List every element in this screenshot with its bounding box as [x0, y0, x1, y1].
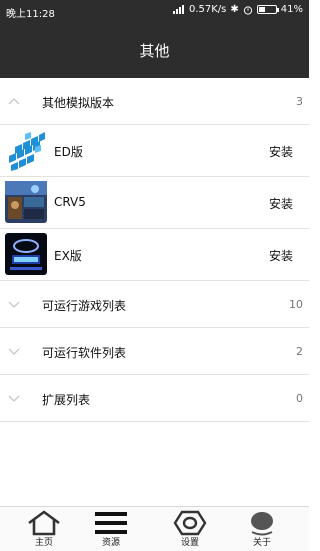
- section-other-versions[interactable]: 其他模拟版本 3: [0, 78, 309, 125]
- section-label: 可运行软件列表: [42, 346, 127, 360]
- section-label: 扩展列表: [42, 393, 91, 407]
- app-header: 其他: [0, 22, 309, 78]
- app-name: ED版: [54, 145, 83, 159]
- chevron-down-icon: [8, 301, 20, 308]
- page-title: 其他: [139, 41, 170, 60]
- section-count: 2: [296, 345, 303, 358]
- section-runnable-software[interactable]: 可运行软件列表 2: [0, 328, 309, 375]
- status-bar: 晚上11:28 0.57K/s ✱ 41%: [0, 0, 309, 22]
- app-name: CRV5: [54, 195, 86, 209]
- battery-fill: [258, 7, 266, 12]
- chevron-down-icon: [8, 395, 20, 402]
- section-count: 10: [289, 298, 303, 311]
- tab-label: 主页: [34, 538, 53, 548]
- tab-label: 关于: [252, 538, 271, 548]
- tab-label: 设置: [180, 538, 199, 548]
- chevron-down-icon: [8, 348, 20, 355]
- bluetooth-icon: ✱: [230, 4, 239, 15]
- chevron-up-icon: [8, 98, 20, 105]
- main-list: 其他模拟版本 3 ED版 安装 CRV5 安装 EX版 安装 可运行游戏列表 1…: [0, 78, 309, 422]
- app-name: EX版: [54, 249, 82, 263]
- section-label: 可运行游戏列表: [42, 299, 127, 313]
- section-extensions[interactable]: 扩展列表 0: [0, 375, 309, 422]
- tab-resources[interactable]: 资源: [81, 507, 141, 551]
- section-runnable-games[interactable]: 可运行游戏列表 10: [0, 281, 309, 328]
- tab-settings[interactable]: 设置: [160, 507, 220, 551]
- app-row-ed[interactable]: ED版 安装: [0, 125, 309, 177]
- ex-app-icon: [5, 233, 47, 275]
- battery-icon: [256, 5, 279, 14]
- menu-lines-icon: [95, 512, 127, 534]
- signal-icon: [172, 5, 184, 14]
- section-label: 其他模拟版本: [42, 96, 115, 110]
- section-count: 0: [296, 392, 303, 405]
- hexagon-settings-icon: [173, 510, 207, 536]
- install-button[interactable]: 安装: [269, 247, 293, 264]
- install-button[interactable]: 安装: [269, 143, 293, 160]
- home-icon: [28, 510, 60, 536]
- app-row-crv5[interactable]: CRV5 安装: [0, 177, 309, 229]
- bottom-tab-bar: 主页 资源 设置 关于: [0, 506, 309, 551]
- install-button[interactable]: 安装: [269, 195, 293, 212]
- app-row-ex[interactable]: EX版 安装: [0, 229, 309, 281]
- alarm-icon: [243, 5, 252, 15]
- status-time: 晚上11:28: [6, 9, 55, 20]
- tab-home[interactable]: 主页: [14, 507, 74, 551]
- battery-percent: 41%: [280, 4, 303, 15]
- crv5-app-icon: [5, 181, 47, 223]
- section-count: 3: [296, 95, 303, 108]
- tab-label: 资源: [101, 538, 120, 548]
- about-icon: [251, 512, 273, 536]
- ed-app-icon: [5, 129, 47, 171]
- tab-about[interactable]: 关于: [232, 507, 292, 551]
- status-right: 0.57K/s ✱ 41%: [172, 4, 303, 15]
- status-speed: 0.57K/s: [188, 4, 227, 15]
